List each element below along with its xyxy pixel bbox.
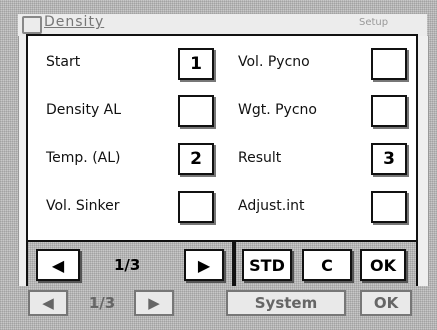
c-button[interactable]: C [302,249,352,281]
dialog-button-bar: ◀ 1/3 ▶ STD C OK [28,240,416,286]
option-label-start: Start [46,54,81,70]
next-page-button[interactable]: ▶ [184,249,224,281]
background-page-indicator: 1/3 [88,294,116,312]
left-triangle-icon: ◀ [42,294,54,312]
std-button[interactable]: STD [242,249,292,281]
option-box-result[interactable]: 3 [371,143,407,175]
background-next-button[interactable]: ▶ [134,290,174,316]
option-box-vol-pycno[interactable] [371,48,407,80]
application-icon [22,16,42,34]
left-triangle-icon: ◀ [51,255,65,275]
page-indicator: 1/3 [114,256,141,274]
background-ok-button[interactable]: OK [360,290,412,316]
option-label-adjust-int: Adjust.int [238,198,305,214]
previous-page-button[interactable]: ◀ [36,249,80,281]
option-label-density-al: Density AL [46,102,122,118]
option-label-vol-pycno: Vol. Pycno [238,54,310,70]
option-label-temp-al: Temp. (AL) [46,150,121,166]
background-title: Density [44,14,105,30]
system-button[interactable]: System [226,290,346,316]
setup-label: Setup [359,17,389,28]
background-prev-button[interactable]: ◀ [28,290,68,316]
option-box-temp-al[interactable]: 2 [178,143,214,175]
right-triangle-icon: ▶ [148,294,160,312]
option-label-result: Result [238,150,282,166]
right-triangle-icon: ▶ [197,255,211,275]
bar-separator [232,242,236,286]
option-box-density-al[interactable] [178,95,214,127]
option-box-start[interactable]: 1 [178,48,214,80]
option-box-wgt-pycno[interactable] [371,95,407,127]
option-label-wgt-pycno: Wgt. Pycno [238,102,317,118]
option-box-vol-sinker[interactable] [178,191,214,223]
option-box-adjust-int[interactable] [371,191,407,223]
ok-button[interactable]: OK [360,249,406,281]
option-dialog: Start 1 Density AL Temp. (AL) 2 Vol. Sin… [26,34,418,286]
option-label-vol-sinker: Vol. Sinker [46,198,120,214]
